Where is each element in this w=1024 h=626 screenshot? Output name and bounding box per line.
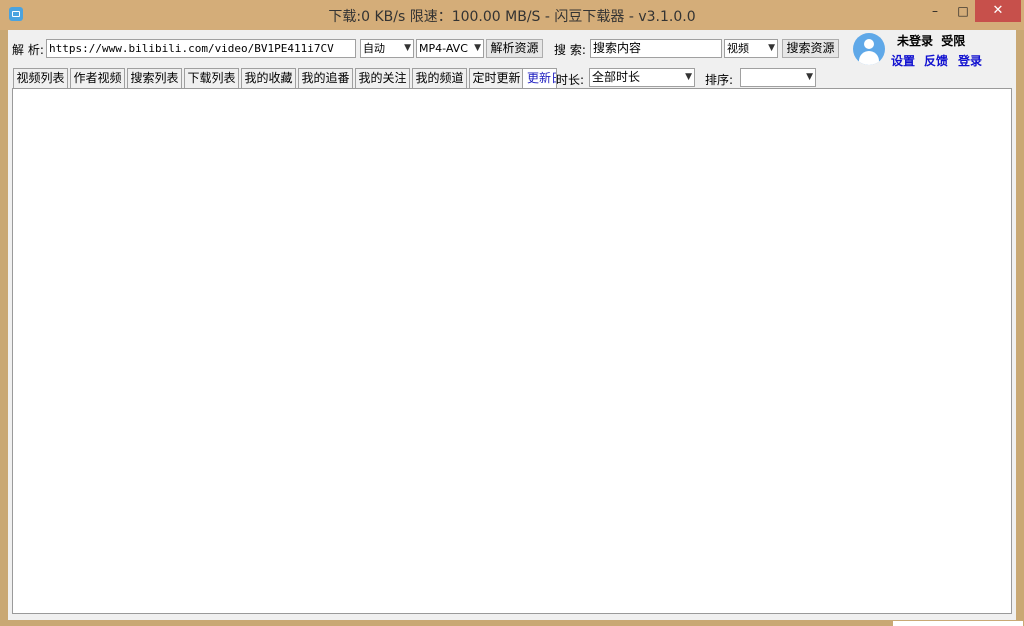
parse-label: 解 析: <box>12 43 44 57</box>
tab-search-list[interactable]: 搜索列表 <box>127 68 182 88</box>
content-panel <box>12 88 1012 614</box>
chevron-down-icon: ▼ <box>404 43 411 53</box>
login-status-text: 未登录 <box>897 34 934 48</box>
format-value: MP4-AVC <box>419 42 468 55</box>
duration-select[interactable]: 全部时长 ▼ <box>589 68 695 87</box>
search-input[interactable]: 搜索内容 <box>590 39 722 58</box>
search-label: 搜 索: <box>554 43 586 57</box>
tab-my-channels[interactable]: 我的频道 <box>412 68 467 88</box>
sort-label: 排序: <box>705 73 734 87</box>
quality-select[interactable]: 自动 ▼ <box>360 39 414 58</box>
duration-label: 时长: <box>556 73 585 87</box>
format-select[interactable]: MP4-AVC ▼ <box>416 39 484 58</box>
tab-changelog[interactable]: 更新日志 <box>522 68 557 88</box>
sort-select[interactable]: ▼ <box>740 68 816 87</box>
limit-status-text: 受限 <box>941 34 966 48</box>
tab-scheduled-update[interactable]: 定时更新 <box>469 68 524 88</box>
search-type-select[interactable]: 视频 ▼ <box>724 39 778 58</box>
search-button[interactable]: 搜索资源 <box>782 39 839 58</box>
duration-value: 全部时长 <box>592 70 641 84</box>
settings-link[interactable]: 设置 <box>891 52 915 69</box>
title-bar: 下载:0 KB/s 限速：100.00 MB/S - 闪豆下载器 - v3.1.… <box>0 0 1024 30</box>
tab-my-follows[interactable]: 我的关注 <box>355 68 410 88</box>
feedback-link[interactable]: 反馈 <box>924 52 948 69</box>
chevron-down-icon: ▼ <box>685 72 692 82</box>
quality-value: 自动 <box>363 42 385 55</box>
tab-video-list[interactable]: 视频列表 <box>13 68 68 88</box>
tab-my-favorites[interactable]: 我的收藏 <box>241 68 296 88</box>
login-link[interactable]: 登录 <box>958 52 982 69</box>
taskbar-thumbnail <box>893 621 1023 626</box>
minimize-button[interactable]: – <box>920 0 950 22</box>
tab-my-bangumi[interactable]: 我的追番 <box>298 68 353 88</box>
maximize-button[interactable]: □ <box>948 0 978 22</box>
window-title: 下载:0 KB/s 限速：100.00 MB/S - 闪豆下载器 - v3.1.… <box>328 9 696 25</box>
chevron-down-icon: ▼ <box>806 72 813 82</box>
parse-button[interactable]: 解析资源 <box>486 39 543 58</box>
main-window: 解 析: https://www.bilibili.com/video/BV1P… <box>8 30 1016 620</box>
chevron-down-icon: ▼ <box>768 43 775 53</box>
chevron-down-icon: ▼ <box>474 43 481 53</box>
close-button[interactable]: ✕ <box>975 0 1021 22</box>
avatar-icon[interactable] <box>853 33 885 65</box>
tab-download-list[interactable]: 下载列表 <box>184 68 239 88</box>
login-status: 未登录 受限 <box>897 32 965 49</box>
tab-author-videos[interactable]: 作者视频 <box>70 68 125 88</box>
url-input[interactable]: https://www.bilibili.com/video/BV1PE411i… <box>46 39 356 58</box>
search-type-value: 视频 <box>727 42 749 55</box>
